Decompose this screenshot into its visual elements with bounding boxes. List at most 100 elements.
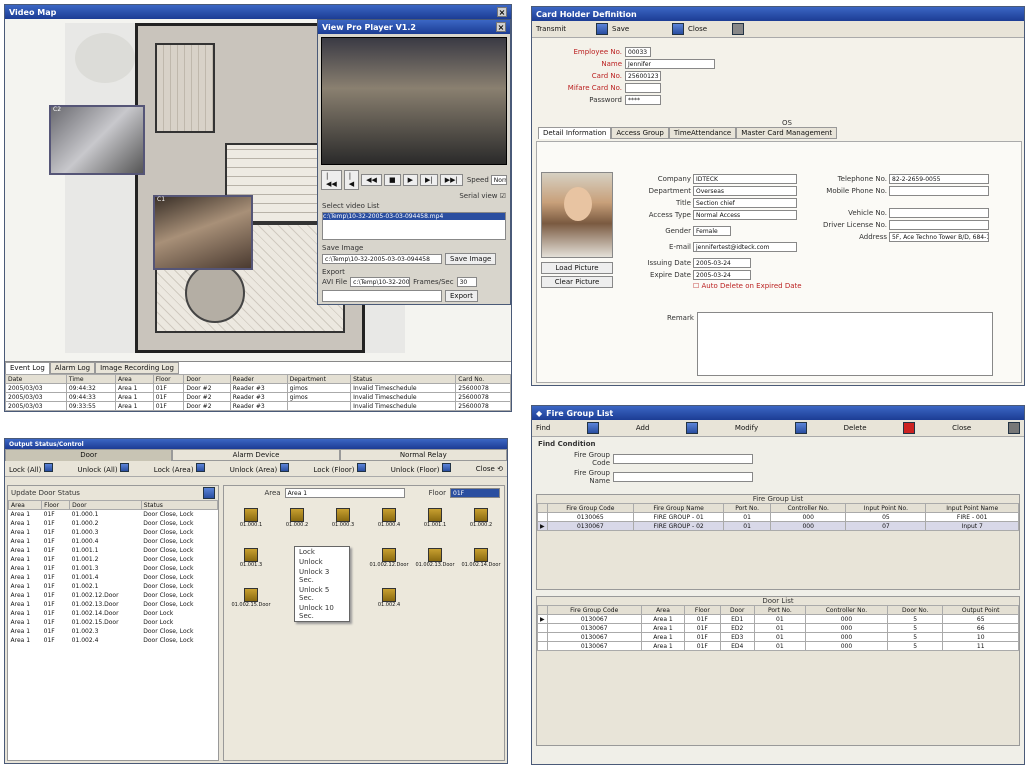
rewind-button[interactable]: ◀◀ — [361, 174, 382, 186]
avi-file-input[interactable]: c:\Temp\10-32-200 — [350, 277, 411, 287]
close-icon[interactable]: × — [496, 22, 506, 32]
menu-item-lock[interactable]: Lock — [295, 547, 349, 557]
transmit-button[interactable]: Transmit — [536, 25, 592, 33]
transmit-icon[interactable] — [596, 23, 608, 35]
door-icon-tile[interactable]: 01.000.2 — [458, 508, 504, 542]
table-row[interactable]: Area 1 01F 01.000.3 Door Close, Lock — [9, 528, 218, 537]
tab-normal-relay[interactable]: Normal Relay — [339, 449, 507, 461]
refresh-icon[interactable] — [203, 487, 215, 499]
delete-button[interactable]: Delete — [844, 424, 867, 432]
name-input[interactable]: Jennifer — [625, 59, 715, 69]
lock-all-button[interactable]: Lock (All) — [9, 463, 53, 474]
table-row[interactable]: 0130067 Area 1 01F ED3 01 000 5 10 — [537, 632, 1019, 642]
table-row[interactable]: 0130065 FIRE GROUP - 01 01 000 05 FIRE - 001 — [537, 512, 1019, 522]
table-row[interactable]: 0130067 Area 1 01F ED4 01 000 5 11 — [537, 641, 1019, 651]
door-icon-tile[interactable]: 01.000.2 — [274, 508, 320, 542]
employee-no-input[interactable]: 00033 — [625, 47, 651, 57]
table-row[interactable]: Area 1 01F 01.002.13.Door Door Close, Lock — [9, 600, 218, 609]
unlock-area-button[interactable]: Unlock (Area) — [230, 463, 289, 474]
find-icon[interactable] — [587, 422, 600, 434]
delete-icon[interactable] — [903, 422, 916, 434]
table-row[interactable]: 2005/03/03 09:44:33 Area 1 01F Door #2 Reader… — [5, 392, 511, 402]
telephone-input[interactable]: 82-2-2659-0055 — [889, 174, 989, 184]
mobile-input[interactable] — [889, 186, 989, 196]
table-row[interactable]: Area 1 01F 01.002.3 Door Close, Lock — [9, 627, 218, 636]
auto-delete-checkbox[interactable]: ☐ — [693, 282, 699, 290]
frames-input[interactable]: 30 — [456, 277, 477, 287]
row-selector-icon[interactable] — [537, 641, 548, 651]
tab-time-attendance[interactable]: TimeAttendance — [668, 127, 737, 139]
close-button[interactable]: Close — [688, 25, 728, 33]
area-select[interactable]: Area 1 — [284, 488, 405, 498]
add-button[interactable]: Add — [636, 424, 650, 432]
table-row[interactable]: ▶ 0130067 Area 1 01F ED1 01 000 5 65 — [537, 614, 1019, 624]
door-icon-tile[interactable]: 01.002.14.Door — [458, 548, 504, 582]
unlock-floor-button[interactable]: Unlock (Floor) — [391, 463, 451, 474]
camera-view-c1[interactable]: C1 — [153, 195, 253, 270]
table-row[interactable]: 2005/03/03 09:33:55 Area 1 01F Door #2 Reader… — [5, 401, 511, 411]
door-icon-tile[interactable]: 01.002.12.Door — [366, 548, 412, 582]
table-row[interactable]: Area 1 01F 01.002.15.Door Door Lock — [9, 618, 218, 627]
save-image-button[interactable]: Save Image — [445, 253, 497, 265]
tab-alarm-log[interactable]: Alarm Log — [49, 362, 96, 374]
list-item[interactable]: c:\Temp\10-32-2005-03-03-094458.mp4 — [323, 213, 505, 220]
door-icon-tile[interactable]: 01.002.15.Door — [228, 588, 274, 622]
mifare-input[interactable] — [625, 83, 661, 93]
clear-picture-button[interactable]: Clear Picture — [541, 276, 613, 288]
remark-textarea[interactable] — [697, 312, 993, 376]
fire-name-input[interactable] — [613, 472, 753, 482]
door-icon-tile[interactable]: 01.002.13.Door — [412, 548, 458, 582]
table-row[interactable]: Area 1 01F 01.001.1 Door Close, Lock — [9, 546, 218, 555]
door-icon-tile[interactable]: 01.001.3 — [228, 548, 274, 582]
tab-image-log[interactable]: Image Recording Log — [95, 362, 179, 374]
door-icon-tile[interactable]: 01.000.4 — [366, 508, 412, 542]
first-frame-button[interactable]: |◀◀ — [321, 170, 342, 190]
door-icon-tile[interactable]: 01.000.3 — [320, 508, 366, 542]
last-frame-button[interactable]: ▶▶| — [439, 174, 463, 186]
expire-date-picker[interactable]: 2005-03-24 — [693, 270, 751, 280]
row-selector-icon[interactable] — [537, 632, 548, 642]
add-icon[interactable] — [686, 422, 699, 434]
close-icon[interactable] — [732, 23, 744, 35]
title-select[interactable]: Section chief — [693, 198, 797, 208]
fire-code-select[interactable] — [613, 454, 753, 464]
table-row[interactable]: Area 1 01F 01.002.4 Door Close, Lock — [9, 636, 218, 645]
tab-detail-information[interactable]: Detail Information — [538, 127, 612, 139]
table-row[interactable]: Area 1 01F 01.002.1 Door Close, Lock — [9, 582, 218, 591]
next-frame-button[interactable]: ▶| — [419, 174, 438, 186]
gender-select[interactable]: Female — [693, 226, 731, 236]
tab-alarm-device[interactable]: Alarm Device — [172, 449, 340, 461]
camera-view-c2[interactable]: C2 — [49, 105, 145, 175]
department-select[interactable]: Overseas — [693, 186, 797, 196]
unlock-all-button[interactable]: Unlock (All) — [78, 463, 129, 474]
export-button[interactable]: Export — [445, 290, 478, 302]
close-icon[interactable] — [1007, 422, 1020, 434]
find-button[interactable]: Find — [536, 424, 550, 432]
card-no-input[interactable]: 25600123 — [625, 71, 661, 81]
row-selector-icon[interactable] — [537, 512, 548, 522]
close-button[interactable]: Close — [952, 424, 971, 432]
prev-frame-button[interactable]: |◀ — [343, 170, 360, 190]
table-row[interactable]: 0130067 Area 1 01F ED2 01 000 5 66 — [537, 623, 1019, 633]
save-icon[interactable] — [672, 23, 684, 35]
menu-item-unlock-10[interactable]: Unlock 10 Sec. — [295, 603, 349, 621]
address-input[interactable]: 5F, Ace Techno Tower B/D, 684-1 Deu — [889, 232, 989, 242]
save-button[interactable]: Save — [612, 25, 668, 33]
tab-access-group[interactable]: Access Group — [611, 127, 669, 139]
serial-view-checkbox[interactable]: ☑ — [500, 192, 506, 200]
floor-select[interactable]: 01F — [450, 488, 500, 498]
license-input[interactable] — [889, 220, 989, 230]
row-selector-icon[interactable]: ▶ — [537, 614, 548, 624]
table-row[interactable]: Area 1 01F 01.000.2 Door Close, Lock — [9, 519, 218, 528]
close-button[interactable]: Close ⟲ — [476, 465, 503, 473]
tab-event-log[interactable]: Event Log — [5, 362, 50, 374]
video-list[interactable]: c:\Temp\10-32-2005-03-03-094458.mp4 — [322, 212, 506, 240]
load-picture-button[interactable]: Load Picture — [541, 262, 613, 274]
speed-select[interactable]: Normal(x1) — [490, 175, 507, 185]
door-icon-tile[interactable]: 01.001.1 — [412, 508, 458, 542]
vehicle-input[interactable] — [889, 208, 989, 218]
door-icon-tile[interactable]: 01.002.4 — [366, 588, 412, 622]
table-row[interactable]: ▶ 0130067 FIRE GROUP - 02 01 000 07 Input 7 — [537, 521, 1019, 531]
row-selector-icon[interactable]: ▶ — [537, 521, 548, 531]
modify-button[interactable]: Modify — [735, 424, 758, 432]
